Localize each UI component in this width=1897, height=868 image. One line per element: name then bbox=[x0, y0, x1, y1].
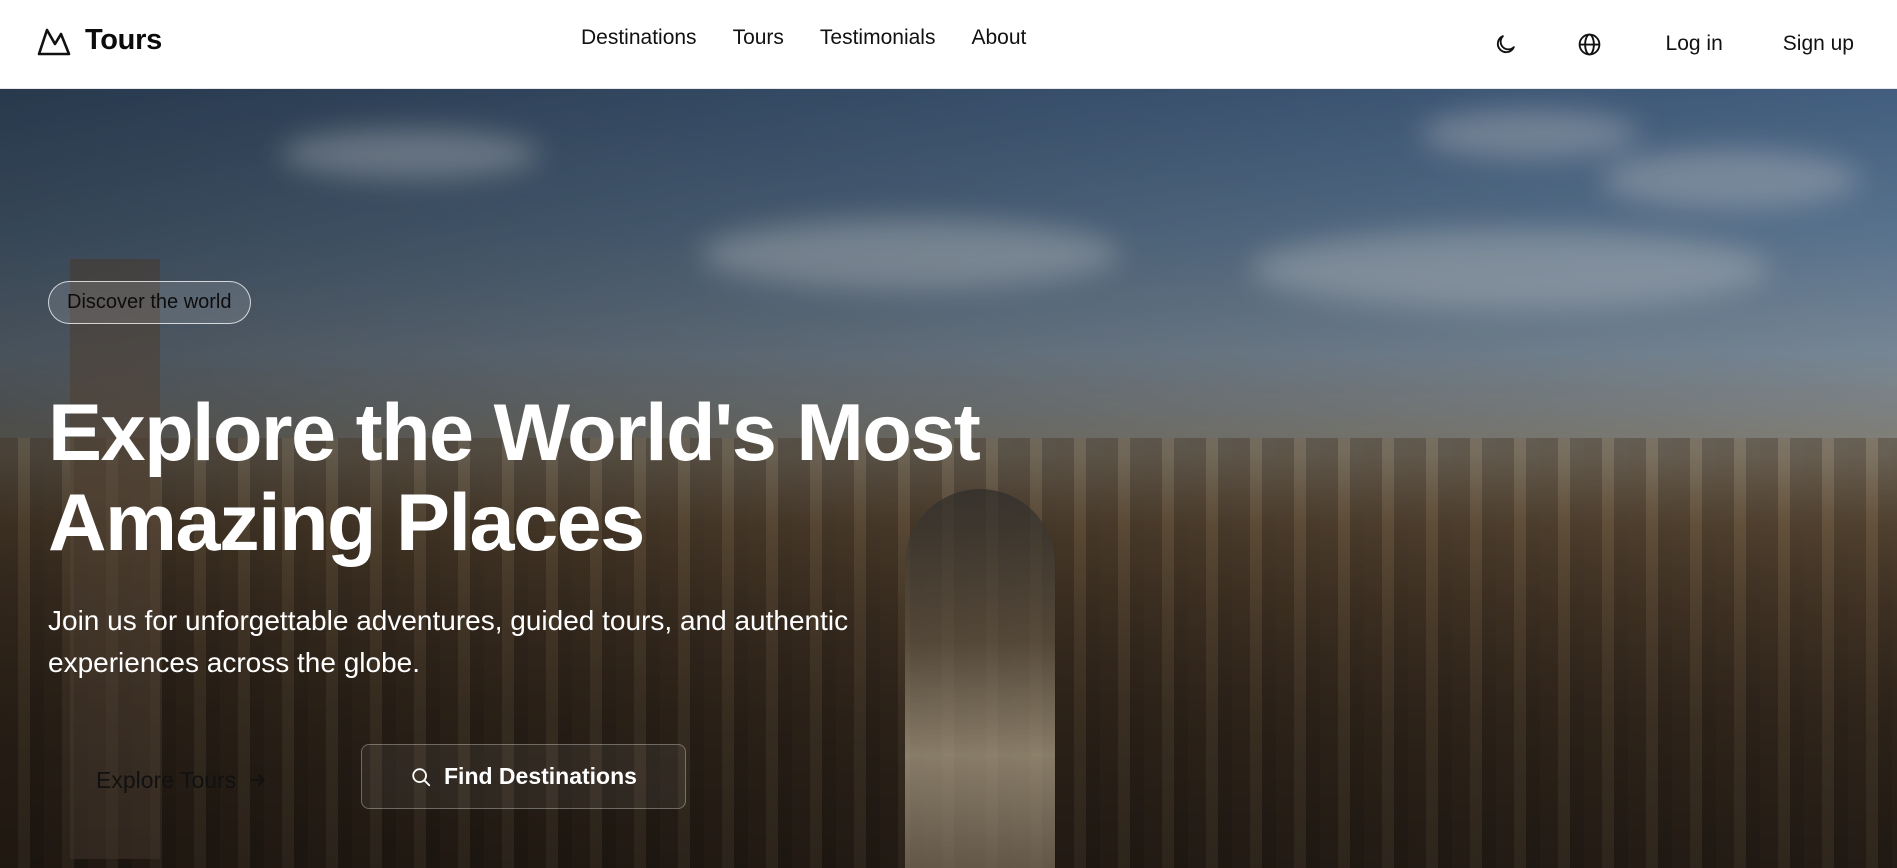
login-button[interactable]: Log in bbox=[1666, 32, 1723, 56]
hero-subtext: Join us for unforgettable adventures, gu… bbox=[48, 600, 1008, 684]
hero-subtext-line1: Join us for unforgettable adventures, gu… bbox=[48, 605, 849, 636]
nav-link-destinations[interactable]: Destinations bbox=[581, 26, 697, 50]
explore-tours-button[interactable]: Explore Tours bbox=[70, 750, 294, 810]
mountain-icon bbox=[37, 28, 71, 55]
hero-badge: Discover the world bbox=[48, 281, 251, 324]
header-actions: Log in Sign up bbox=[1482, 20, 1854, 68]
hero-headline: Explore the World's Most Amazing Places bbox=[48, 388, 1198, 568]
globe-icon bbox=[1578, 33, 1601, 55]
search-icon bbox=[412, 767, 431, 786]
explore-tours-label: Explore Tours bbox=[96, 766, 237, 793]
moon-icon bbox=[1496, 34, 1515, 53]
hero-headline-line2: Amazing Places bbox=[48, 478, 645, 568]
brand-name: Tours bbox=[85, 24, 162, 56]
brand-logo-link[interactable]: Tours bbox=[37, 24, 162, 57]
find-destinations-button[interactable]: Find Destinations bbox=[361, 744, 686, 809]
find-destinations-label: Find Destinations bbox=[444, 763, 637, 789]
nav-link-about[interactable]: About bbox=[971, 26, 1026, 50]
arrow-right-icon bbox=[250, 774, 265, 786]
top-navbar: Tours Destinations Tours Testimonials Ab… bbox=[0, 0, 1897, 89]
nav-link-testimonials[interactable]: Testimonials bbox=[820, 26, 936, 50]
language-button[interactable] bbox=[1566, 20, 1614, 68]
signup-button[interactable]: Sign up bbox=[1783, 32, 1854, 56]
theme-toggle-button[interactable] bbox=[1482, 20, 1530, 68]
nav-link-tours[interactable]: Tours bbox=[733, 26, 784, 50]
hero-subtext-line2: experiences across the globe. bbox=[48, 647, 420, 678]
hero-headline-line1: Explore the World's Most bbox=[48, 388, 981, 478]
main-nav: Destinations Tours Testimonials About bbox=[581, 26, 1026, 50]
